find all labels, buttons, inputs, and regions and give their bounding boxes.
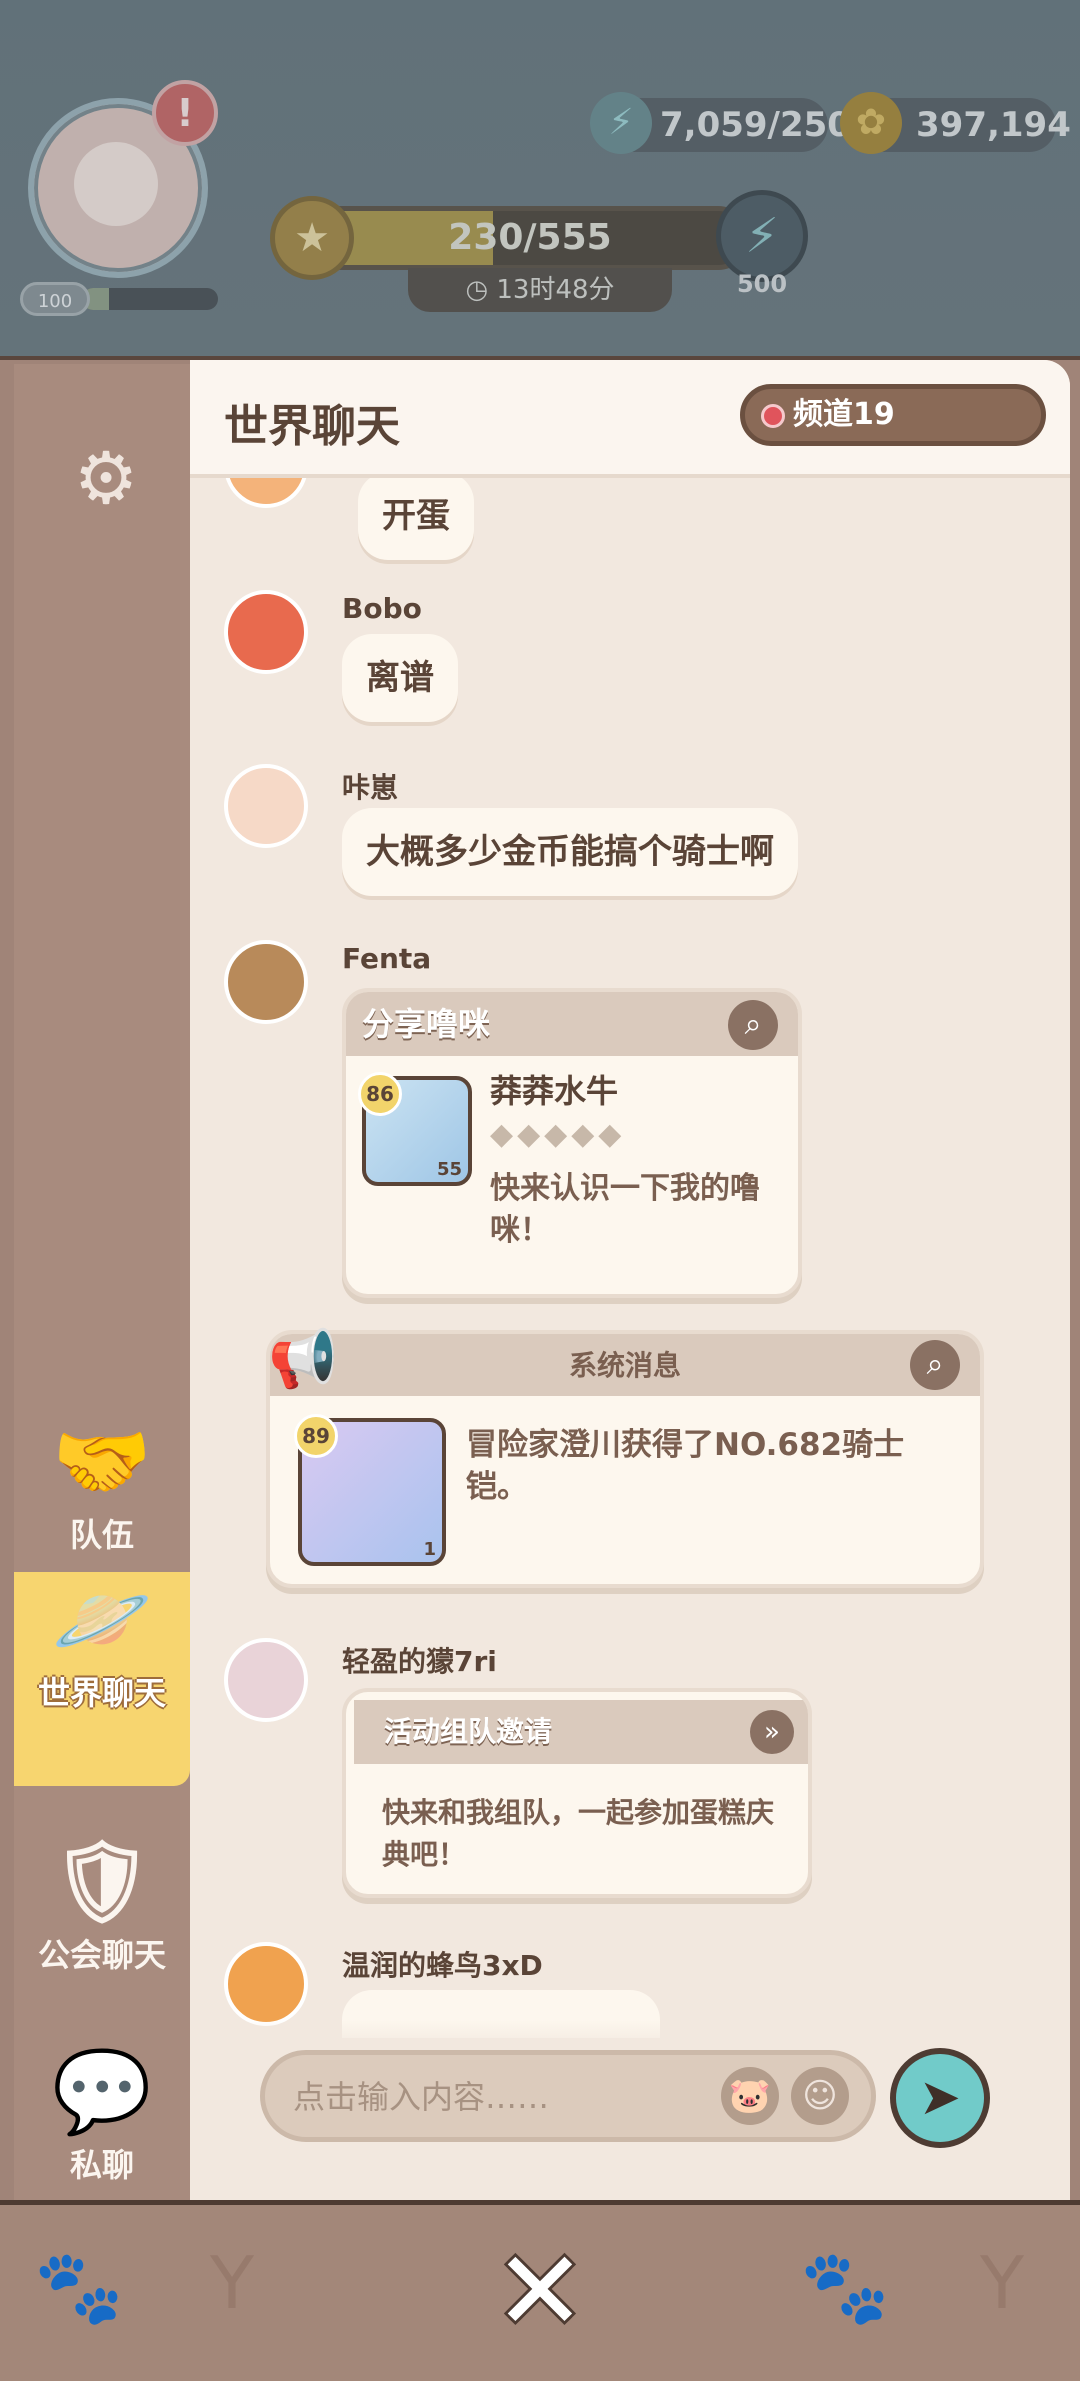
bottom-bar: 🐾 Y 🐾 Y ✕ xyxy=(0,2200,1080,2381)
chat-panel: ⚙ 🤝 队伍 🪐 世界聊天 🛡 公会聊天 💬 私聊 世界聊天 频道19 开蛋 B… xyxy=(0,356,1080,2204)
sender-name: 轻盈的獴7ri xyxy=(342,1645,497,1678)
pet-thumbnail: 86 55 xyxy=(358,1072,472,1186)
magnifier-icon[interactable]: ⌕ xyxy=(910,1340,960,1390)
team-invite-card[interactable]: 活动组队邀请 » 快来和我组队，一起参加蛋糕庆典吧！ xyxy=(342,1688,812,1898)
page-title: 世界聊天 xyxy=(224,401,400,452)
pet-emote-icon[interactable]: 🐷 xyxy=(721,2067,779,2125)
paper-plane-icon: ➤ xyxy=(919,2068,961,2126)
paw-print-icon: 🐾 xyxy=(34,2245,124,2329)
megaphone-icon: 📢 xyxy=(268,1327,338,1392)
sender-name: 温润的蜂鸟3xD xyxy=(342,1949,543,1982)
card-header: 系统消息 xyxy=(270,1334,980,1396)
sender-name: Fenta xyxy=(342,942,432,975)
item-thumbnail: 89 1 xyxy=(294,1414,446,1566)
avatar[interactable] xyxy=(224,1942,308,2026)
planet-icon: 🪐 xyxy=(52,1573,152,1666)
sender-name: Bobo xyxy=(342,592,422,625)
chat-area: 世界聊天 频道19 开蛋 Bobo 离谱 咔崽 大概多少金币能搞个骑士啊 Fen… xyxy=(190,360,1070,2200)
chat-sidebar: ⚙ 🤝 队伍 🪐 世界聊天 🛡 公会聊天 💬 私聊 xyxy=(14,364,212,2200)
status-dot-icon xyxy=(761,404,785,428)
dim-overlay xyxy=(0,0,1080,360)
sidebar-item-private-chat[interactable]: 💬 私聊 xyxy=(14,2044,190,2186)
shield-icon: 🛡 xyxy=(51,1835,153,1928)
channel-label: 频道19 xyxy=(793,397,895,432)
sidebar-item-label: 公会聊天 xyxy=(37,1936,166,1974)
avatar[interactable] xyxy=(224,940,308,1024)
emoji-icon[interactable]: ☺ xyxy=(791,2067,849,2125)
sidebar-item-label: 队伍 xyxy=(69,1516,134,1554)
paw-print-icon: Y xyxy=(210,2241,254,2325)
card-body: 冒险家澄川获得了NO.682骑士铠。 xyxy=(466,1427,905,1505)
magnifier-icon[interactable]: ⌕ xyxy=(728,1000,778,1050)
speech-bubble-icon: 💬 xyxy=(52,2045,152,2138)
sidebar-item-guild-chat[interactable]: 🛡 公会聊天 xyxy=(14,1834,190,1976)
pet-name: 莽莽水牛 xyxy=(490,1072,619,1110)
list-fade xyxy=(190,2020,1070,2050)
sidebar-item-team[interactable]: 🤝 队伍 xyxy=(14,1414,190,1556)
close-icon[interactable]: ✕ xyxy=(490,2236,590,2346)
game-hud: ! 100 ⚡ 7,059/250 ✿ 397,194 230/555 ★ ◷ … xyxy=(0,0,1080,360)
message-list[interactable]: 开蛋 Bobo 离谱 咔崽 大概多少金币能搞个骑士啊 Fenta 分享噜咪 ⌕ … xyxy=(190,478,1070,2038)
sidebar-item-world-chat[interactable]: 🪐 世界聊天 xyxy=(14,1572,212,1786)
message-bubble: 开蛋 xyxy=(358,478,474,560)
chat-header: 世界聊天 频道19 xyxy=(190,360,1070,478)
message-input[interactable] xyxy=(291,2055,715,2139)
gear-icon[interactable]: ⚙ xyxy=(70,442,142,514)
avatar[interactable] xyxy=(224,764,308,848)
pet-level-badge: 86 xyxy=(358,1072,402,1116)
card-title: 活动组队邀请 xyxy=(384,1715,553,1748)
paw-print-icon: Y xyxy=(980,2241,1024,2325)
pet-share-card[interactable]: 分享噜咪 ⌕ 86 55 莽莽水牛 ◆◆◆◆◆ 快来认识一下我的噜咪！ xyxy=(342,988,802,1298)
sender-name: 咔崽 xyxy=(342,771,399,804)
message-bubble: 离谱 xyxy=(342,634,458,722)
card-body: 快来认识一下我的噜咪！ xyxy=(490,1171,760,1248)
channel-selector[interactable]: 频道19 xyxy=(740,384,1046,446)
handshake-icon: 🤝 xyxy=(52,1415,152,1508)
avatar[interactable] xyxy=(224,478,308,508)
star-rating: ◆◆◆◆◆ xyxy=(490,1117,626,1152)
pet-count: 55 xyxy=(436,1159,462,1180)
chat-input-bar: 🐷 ☺ xyxy=(260,2050,876,2142)
card-title: 系统消息 xyxy=(568,1349,681,1382)
system-message-card[interactable]: 系统消息 ⌕ 89 1 冒险家澄川获得了NO.682骑士铠。 xyxy=(266,1330,984,1588)
card-title: 分享噜咪 xyxy=(362,1005,491,1043)
sidebar-item-label: 世界聊天 xyxy=(37,1674,166,1712)
item-level-badge: 89 xyxy=(294,1414,338,1458)
send-button[interactable]: ➤ xyxy=(890,2048,990,2148)
item-count: 1 xyxy=(423,1539,436,1560)
avatar[interactable] xyxy=(224,1638,308,1722)
message-bubble: 大概多少金币能搞个骑士啊 xyxy=(342,808,798,896)
double-chevron-right-icon[interactable]: » xyxy=(750,1710,794,1754)
paw-print-icon: 🐾 xyxy=(800,2245,890,2329)
sidebar-item-label: 私聊 xyxy=(69,2146,134,2184)
card-body: 快来和我组队，一起参加蛋糕庆典吧！ xyxy=(382,1796,775,1871)
card-header: 活动组队邀请 xyxy=(354,1700,808,1764)
avatar[interactable] xyxy=(224,590,308,674)
